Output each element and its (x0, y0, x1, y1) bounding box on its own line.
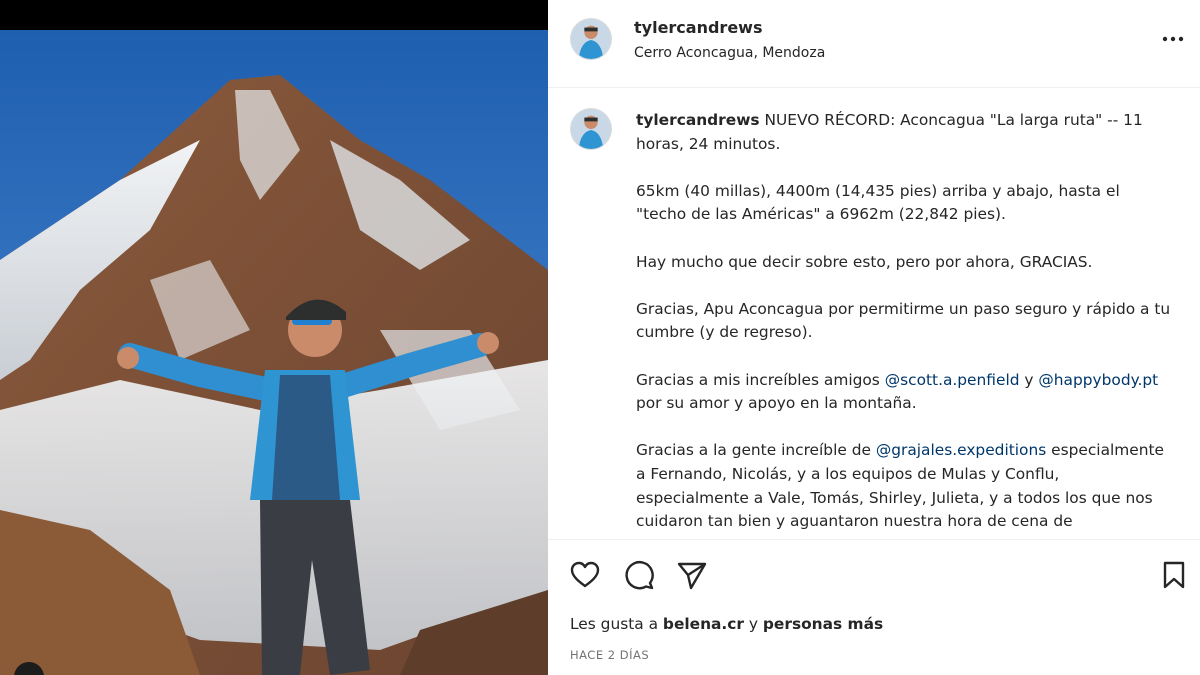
caption-text: por su amor y apoyo en la montaña. (636, 394, 917, 413)
bookmark-icon[interactable] (1157, 558, 1191, 592)
caption-paragraph: Hay mucho que decir sobre esto, pero por… (636, 252, 1093, 271)
mountain-photo (0, 30, 548, 675)
more-options-icon[interactable] (1160, 26, 1186, 52)
caption-area: tylercandrews NUEVO RÉCORD: Aconcagua "L… (548, 89, 1200, 539)
likes-summary: Les gusta a belena.cr y personas más (570, 615, 883, 633)
caption-text: Gracias a la gente increíble de (636, 441, 876, 460)
caption-avatar[interactable] (570, 108, 612, 150)
other-likers-link[interactable]: personas más (763, 615, 883, 633)
caption-paragraph: 65km (40 millas), 4400m (14,435 pies) ar… (636, 181, 1120, 224)
heart-icon[interactable] (568, 558, 602, 592)
caption-paragraph: Gracias, Apu Aconcagua por permitirme un… (636, 299, 1171, 342)
header-username[interactable]: tylercandrews (634, 18, 762, 37)
caption-text: Gracias a mis increíbles amigos (636, 370, 885, 389)
caption-text: y (1019, 370, 1039, 389)
likes-text: y (744, 615, 763, 633)
paper-plane-icon[interactable] (675, 558, 709, 592)
avatar[interactable] (570, 18, 612, 60)
liker-username[interactable]: belena.cr (663, 615, 744, 633)
caption-username[interactable]: tylercandrews (636, 111, 760, 129)
likes-text: Les gusta a (570, 615, 663, 633)
caption-paragraph: Gracias a la gente increíble de @grajale… (636, 439, 1172, 533)
post-photo[interactable] (0, 0, 548, 675)
post-caption: tylercandrews NUEVO RÉCORD: Aconcagua "L… (636, 109, 1172, 539)
mention-link[interactable]: @happybody.pt (1038, 371, 1158, 389)
comment-bubble-icon[interactable] (622, 558, 656, 592)
mention-link[interactable]: @grajales.expeditions (876, 441, 1046, 459)
post-actions: Les gusta a belena.cr y personas más HAC… (548, 539, 1200, 675)
post-timestamp[interactable]: HACE 2 DÍAS (570, 648, 649, 662)
header-location[interactable]: Cerro Aconcagua, Mendoza (634, 45, 825, 61)
photo-letterbox (0, 0, 548, 30)
post-sidebar: tylercandrews Cerro Aconcagua, Mendoza t… (548, 0, 1200, 675)
caption-paragraph: Gracias a mis increíbles amigos @scott.a… (636, 369, 1172, 416)
caption-paragraph: tylercandrews NUEVO RÉCORD: Aconcagua "L… (636, 109, 1172, 156)
post-header: tylercandrews Cerro Aconcagua, Mendoza (548, 0, 1200, 88)
mention-link[interactable]: @scott.a.penfield (885, 371, 1020, 389)
